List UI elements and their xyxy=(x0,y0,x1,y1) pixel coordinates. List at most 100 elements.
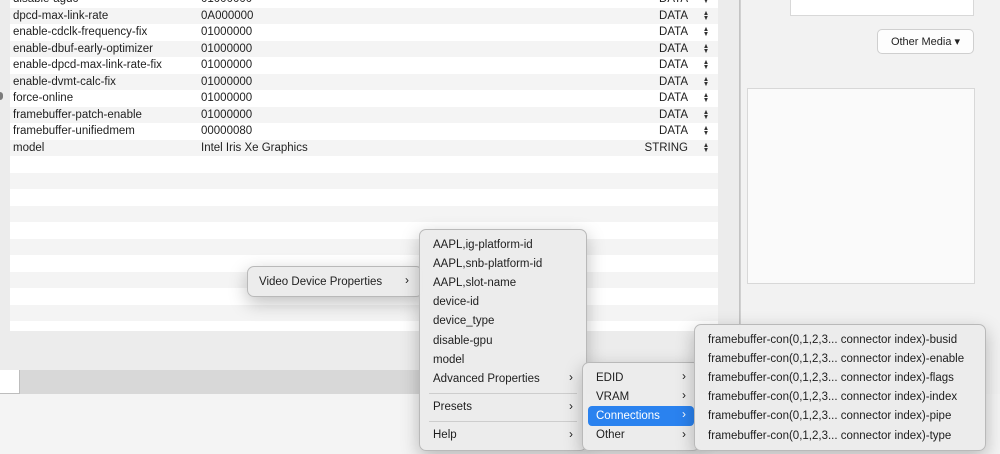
up-down-arrows-icon[interactable]: ▲▼ xyxy=(702,76,711,88)
property-type[interactable]: DATA xyxy=(659,76,688,88)
property-type[interactable]: DATA xyxy=(659,43,688,55)
table-row xyxy=(10,172,718,189)
other-media-button[interactable]: Other Media ▾ xyxy=(877,29,974,54)
menu-item-other[interactable]: Other › xyxy=(588,426,694,445)
menu-item-connector-property[interactable]: framebuffer-con(0,1,2,3... connector ind… xyxy=(700,368,980,387)
menu-item-connector-property[interactable]: framebuffer-con(0,1,2,3... connector ind… xyxy=(700,407,980,426)
property-type[interactable]: DATA xyxy=(659,109,688,121)
menu-item-label: Help xyxy=(433,429,457,442)
menu-separator xyxy=(429,420,577,422)
menu-item-connections[interactable]: Connections › xyxy=(588,406,694,426)
up-down-arrows-icon[interactable]: ▲▼ xyxy=(702,142,711,154)
menu-separator xyxy=(429,392,577,394)
property-value[interactable]: 01000000 xyxy=(201,43,252,55)
menu-item-label: device_type xyxy=(433,315,495,328)
menu-item-label: framebuffer-con(0,1,2,3... connector ind… xyxy=(708,352,965,365)
property-type[interactable]: STRING xyxy=(645,142,688,154)
property-type[interactable]: DATA xyxy=(659,59,688,71)
table-row xyxy=(10,304,718,321)
property-value[interactable]: 01000000 xyxy=(201,0,252,5)
property-value[interactable]: 01000000 xyxy=(201,109,252,121)
menu-item[interactable]: model xyxy=(425,350,581,369)
up-down-arrows-icon[interactable]: ▲▼ xyxy=(702,43,711,55)
property-type[interactable]: DATA xyxy=(659,10,688,22)
property-key[interactable]: model xyxy=(13,142,44,154)
right-top-panel xyxy=(790,0,974,16)
table-row xyxy=(10,321,718,331)
chevron-right-icon: › xyxy=(682,426,686,441)
up-down-arrows-icon[interactable]: ▲▼ xyxy=(702,10,711,22)
menu-item-edid[interactable]: EDID › xyxy=(588,368,694,387)
property-value[interactable]: 0A000000 xyxy=(201,10,253,22)
property-value[interactable]: 00000080 xyxy=(201,125,252,137)
menu-item[interactable]: disable-gpu xyxy=(425,331,581,350)
menu-item[interactable]: device-id xyxy=(425,293,581,312)
table-row xyxy=(10,222,718,239)
menu-item-connector-property[interactable]: framebuffer-con(0,1,2,3... connector ind… xyxy=(700,388,980,407)
table-row[interactable]: framebuffer-patch-enable 01000000 DATA ▲ ▼ xyxy=(10,106,718,123)
property-value[interactable]: 01000000 xyxy=(201,76,252,88)
menu-item-presets[interactable]: Presets › xyxy=(425,398,581,417)
table-row[interactable]: enable-dvmt-calc-fix 01000000 DATA ▲ ▼ xyxy=(10,73,718,90)
menu-item[interactable]: Advanced Properties › xyxy=(425,369,581,388)
table-row[interactable]: framebuffer-unifiedmem 00000080 DATA ▲ ▼ xyxy=(10,123,718,140)
menu-item[interactable]: AAPL,ig-platform-id xyxy=(425,235,581,254)
up-down-arrows-icon[interactable]: ▲▼ xyxy=(702,109,711,121)
up-down-arrows-icon[interactable]: ▲▼ xyxy=(702,59,711,71)
property-key[interactable]: dpcd-max-link-rate xyxy=(13,10,108,22)
menu-item-label: framebuffer-con(0,1,2,3... connector ind… xyxy=(708,410,952,423)
menu-item-video-device-properties[interactable]: Video Device Properties › xyxy=(253,272,417,291)
chevron-right-icon: › xyxy=(682,407,686,422)
table-row[interactable]: force-online 01000000 DATA ▲ ▼ xyxy=(10,90,718,107)
menu-item-label: framebuffer-con(0,1,2,3... connector ind… xyxy=(708,429,952,442)
menu-item-connector-property[interactable]: framebuffer-con(0,1,2,3... connector ind… xyxy=(700,349,980,368)
property-type[interactable]: DATA xyxy=(659,125,688,137)
menu-item-label: AAPL,slot-name xyxy=(433,276,517,289)
property-key[interactable]: enable-dpcd-max-link-rate-fix xyxy=(13,59,162,71)
table-row[interactable]: enable-dpcd-max-link-rate-fix 01000000 DAT… xyxy=(10,57,718,74)
video-properties-submenu: AAPL,ig-platform-id AAPL,snb-platform-id A… xyxy=(419,229,587,451)
chevron-right-icon: › xyxy=(569,426,573,441)
menu-item-label: framebuffer-con(0,1,2,3... connector ind… xyxy=(708,391,958,404)
menu-item[interactable]: AAPL,snb-platform-id xyxy=(425,254,581,273)
bottom-field[interactable] xyxy=(0,367,20,394)
property-key[interactable]: framebuffer-unifiedmem xyxy=(13,125,135,137)
property-key[interactable]: framebuffer-patch-enable xyxy=(13,109,142,121)
property-value[interactable]: 01000000 xyxy=(201,59,252,71)
property-type[interactable]: DATA xyxy=(659,92,688,104)
up-down-arrows-icon[interactable]: ▲▼ xyxy=(702,26,711,38)
table-row[interactable]: model Intel Iris Xe Graphics STRING ▲ ▼ xyxy=(10,139,718,156)
context-menu: Video Device Properties › xyxy=(247,266,423,298)
up-down-arrows-icon[interactable]: ▲▼ xyxy=(702,0,711,5)
menu-item-vram[interactable]: VRAM › xyxy=(588,387,694,406)
menu-item-connector-property[interactable]: framebuffer-con(0,1,2,3... connector ind… xyxy=(700,330,980,349)
up-down-arrows-icon[interactable]: ▲▼ xyxy=(702,125,711,137)
property-type[interactable]: DATA xyxy=(659,26,688,38)
menu-item-help[interactable]: Help › xyxy=(425,426,581,445)
table-row[interactable]: enable-cdclk-frequency-fix 01000000 DATA ▲ ▼ xyxy=(10,24,718,41)
chevron-right-icon: › xyxy=(569,398,573,413)
property-value[interactable]: 01000000 xyxy=(201,26,252,38)
menu-item[interactable]: device_type xyxy=(425,312,581,331)
up-down-arrows-icon[interactable]: ▲▼ xyxy=(702,92,711,104)
chevron-right-icon: › xyxy=(682,388,686,403)
property-key[interactable]: enable-cdclk-frequency-fix xyxy=(13,26,147,38)
table-row[interactable]: dpcd-max-link-rate 0A000000 DATA ▲ ▼ xyxy=(10,7,718,24)
table-row[interactable]: enable-dbuf-early-optimizer 01000000 DATA ▲… xyxy=(10,40,718,57)
table-row xyxy=(10,189,718,206)
menu-item-connector-property[interactable]: framebuffer-con(0,1,2,3... connector ind… xyxy=(700,426,980,445)
menu-item[interactable]: AAPL,slot-name xyxy=(425,273,581,292)
property-value[interactable]: 01000000 xyxy=(201,92,252,104)
property-key[interactable]: enable-dbuf-early-optimizer xyxy=(13,43,153,55)
property-key[interactable]: force-online xyxy=(13,92,73,104)
menu-item-label: Other xyxy=(596,429,625,442)
property-value[interactable]: Intel Iris Xe Graphics xyxy=(201,142,308,154)
menu-item-label: AAPL,ig-platform-id xyxy=(433,238,533,251)
menu-item-label: model xyxy=(433,353,465,366)
table-row[interactable]: disable-agdc 01000000 DATA ▲▼ xyxy=(10,0,718,8)
property-type[interactable]: DATA xyxy=(659,0,688,5)
row-selection-indicator xyxy=(0,92,3,100)
property-key[interactable]: enable-dvmt-calc-fix xyxy=(13,76,116,88)
menu-item-label: Connections xyxy=(596,409,660,422)
property-key[interactable]: disable-agdc xyxy=(13,0,78,5)
